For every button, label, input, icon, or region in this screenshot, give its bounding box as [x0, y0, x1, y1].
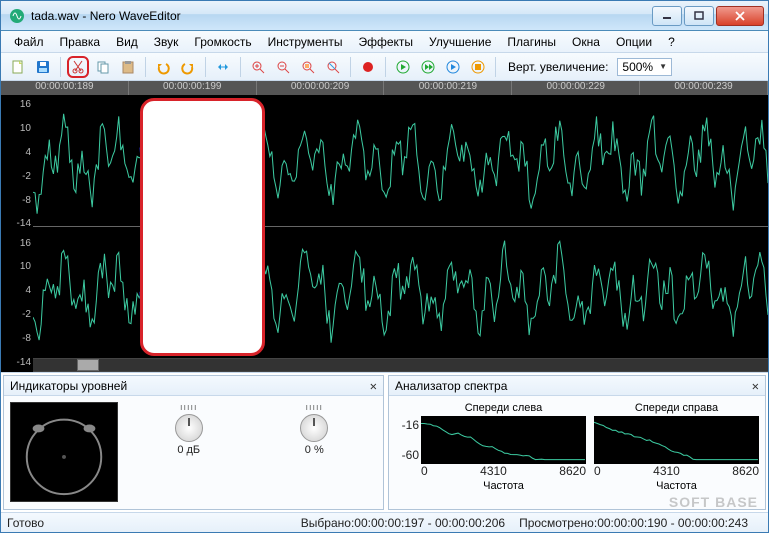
menu-tools[interactable]: Инструменты [261, 33, 350, 51]
zoom-out-icon[interactable] [272, 56, 294, 78]
ruler-tick: 00:00:00:189 [1, 81, 129, 95]
zoom-value: 500% [622, 60, 653, 74]
status-selected: Выбрано:00:00:00:197 - 00:00:00:206 [301, 516, 505, 530]
status-viewed: Просмотрено:00:00:00:190 - 00:00:00:243 [519, 516, 748, 530]
stop-icon[interactable] [467, 56, 489, 78]
ruler-tick: 00:00:00:229 [512, 81, 640, 95]
status-ready: Готово [7, 516, 44, 530]
separator [60, 57, 61, 77]
waveform-area[interactable]: 00:00:00:189 00:00:00:199 00:00:00:209 0… [1, 81, 768, 372]
copy-icon[interactable] [92, 56, 114, 78]
menubar: Файл Правка Вид Звук Громкость Инструмен… [1, 31, 768, 53]
panel-close-icon[interactable]: ✕ [752, 379, 759, 393]
save-icon[interactable] [32, 56, 54, 78]
separator [145, 57, 146, 77]
menu-volume[interactable]: Громкость [187, 33, 258, 51]
ruler-tick: 00:00:00:219 [384, 81, 512, 95]
titlebar: tada.wav - Nero WaveEditor [1, 1, 768, 31]
undo-icon[interactable] [152, 56, 174, 78]
statusbar: Готово Выбрано:00:00:00:197 - 00:00:00:2… [1, 512, 768, 532]
panel-close-icon[interactable]: ✕ [370, 379, 377, 393]
zoom-select[interactable]: 500% ▼ [617, 58, 672, 76]
menu-view[interactable]: Вид [109, 33, 145, 51]
minimize-button[interactable] [652, 6, 682, 26]
app-window: tada.wav - Nero WaveEditor Файл Правка В… [0, 0, 769, 533]
waveform-canvas [33, 95, 768, 358]
spectrum-right: Спереди справа 043108620 Частота [594, 402, 759, 492]
zoom-label: Верт. увеличение: [508, 60, 608, 74]
zoom-sel-icon[interactable] [297, 56, 319, 78]
paste-icon[interactable] [117, 56, 139, 78]
menu-help[interactable]: ? [661, 33, 682, 51]
separator [385, 57, 386, 77]
time-ruler: 00:00:00:189 00:00:00:199 00:00:00:209 0… [1, 81, 768, 95]
knob-ticks: ııııı [180, 402, 198, 412]
scroll-thumb[interactable] [77, 359, 99, 371]
pan-knob-block: ııııı 0 % [300, 402, 328, 456]
separator [495, 57, 496, 77]
levels-title: Индикаторы уровней [10, 379, 127, 393]
play-sel-icon[interactable] [442, 56, 464, 78]
menu-windows[interactable]: Окна [565, 33, 607, 51]
zoom-in-icon[interactable] [247, 56, 269, 78]
menu-sound[interactable]: Звук [147, 33, 186, 51]
spectrum-left: Спереди слева -16-60 043108620 Частота [421, 402, 586, 492]
redo-icon[interactable] [177, 56, 199, 78]
bottom-panels: Индикаторы уровней ✕ ııııı 0 дБ ııııı [1, 372, 768, 512]
levels-panel: Индикаторы уровней ✕ ııııı 0 дБ ııııı [3, 375, 384, 510]
toolbar: Верт. увеличение: 500% ▼ [1, 53, 768, 81]
app-icon [9, 8, 25, 24]
separator [350, 57, 351, 77]
window-title: tada.wav - Nero WaveEditor [31, 9, 652, 23]
window-buttons [652, 6, 764, 26]
y-axis: 16104-2-8-14 16104-2-8-14 [1, 95, 33, 372]
separator [205, 57, 206, 77]
menu-plugins[interactable]: Плагины [500, 33, 563, 51]
gain-knob-block: ııııı 0 дБ [175, 402, 203, 456]
ruler-tick: 00:00:00:209 [257, 81, 385, 95]
selection-highlight[interactable] [140, 98, 265, 356]
new-icon[interactable] [7, 56, 29, 78]
play-loop-icon[interactable] [417, 56, 439, 78]
menu-edit[interactable]: Правка [53, 33, 108, 51]
menu-effects[interactable]: Эффекты [351, 33, 420, 51]
menu-options[interactable]: Опции [609, 33, 659, 51]
spectrum-title: Анализатор спектра [395, 379, 507, 393]
menu-file[interactable]: Файл [7, 33, 51, 51]
spectrum-canvas-right [594, 416, 759, 464]
pan-knob[interactable] [300, 414, 328, 442]
ruler-tick: 00:00:00:199 [129, 81, 257, 95]
separator [240, 57, 241, 77]
menu-enhance[interactable]: Улучшение [422, 33, 498, 51]
zoom-fit-icon[interactable] [322, 56, 344, 78]
ruler-tick: 00:00:00:239 [640, 81, 768, 95]
cut-icon[interactable] [67, 56, 89, 78]
spectrum-canvas-left: -16-60 [421, 416, 586, 464]
gain-knob[interactable] [175, 414, 203, 442]
spectrum-panel: Анализатор спектра ✕ Спереди слева -16-6… [388, 375, 766, 510]
knob-ticks: ııııı [305, 402, 323, 412]
h-scrollbar[interactable] [33, 358, 768, 372]
close-button[interactable] [716, 6, 764, 26]
play-icon[interactable] [392, 56, 414, 78]
record-icon[interactable] [357, 56, 379, 78]
level-meter [10, 402, 118, 502]
chevron-down-icon: ▼ [659, 62, 667, 71]
maximize-button[interactable] [684, 6, 714, 26]
select-all-icon[interactable] [212, 56, 234, 78]
